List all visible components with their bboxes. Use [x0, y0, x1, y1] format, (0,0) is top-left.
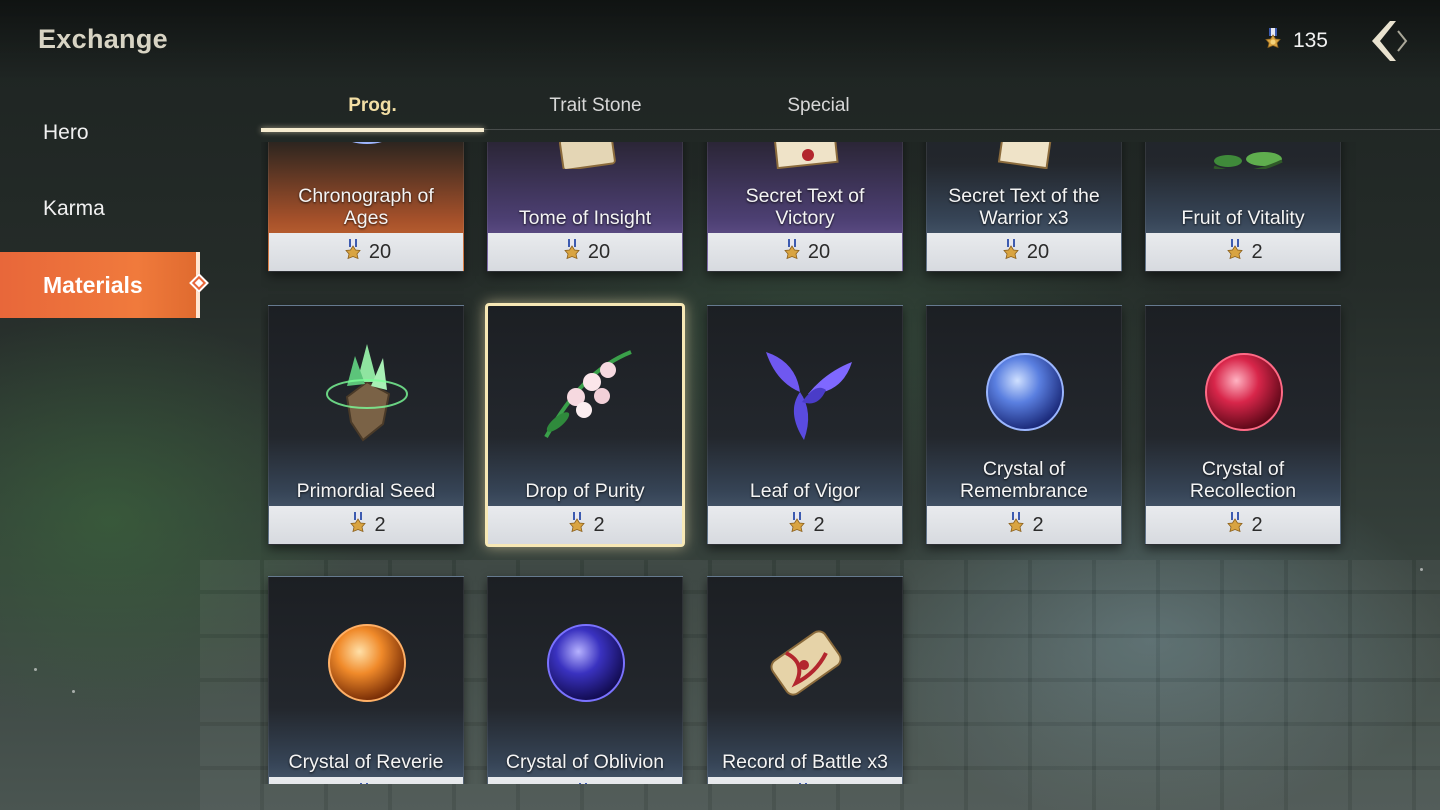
price-value: 2	[813, 513, 825, 536]
item-card[interactable]: Crystal of Reverie	[268, 576, 464, 784]
item-name: Primordial Seed	[296, 480, 436, 502]
item-price[interactable]: 2	[927, 506, 1121, 544]
item-price[interactable]	[708, 777, 902, 784]
item-name: Chronograph of Ages	[298, 185, 434, 229]
medal-icon	[579, 783, 587, 784]
price-value: 2	[593, 513, 605, 536]
sidebar-item-karma[interactable]: Karma	[0, 176, 200, 242]
back-button[interactable]	[1366, 18, 1416, 64]
medal-icon	[799, 783, 807, 784]
item-name: Crystal of Oblivion	[505, 751, 665, 773]
medal-icon	[350, 512, 367, 533]
price-value: 20	[807, 240, 831, 263]
medal-icon	[784, 239, 800, 260]
top-bar	[0, 0, 1440, 80]
price-value: 20	[587, 240, 611, 263]
item-grid[interactable]: Chronograph of Ages 20 Tome of Insight 2…	[261, 142, 1361, 784]
item-card[interactable]: Primordial Seed 2	[268, 305, 464, 545]
item-card[interactable]: Chronograph of Ages 20	[268, 142, 464, 272]
sparkle-particle	[72, 690, 75, 693]
medal-icon	[345, 239, 361, 260]
item-card[interactable]: Leaf of Vigor 2	[707, 305, 903, 545]
item-card[interactable]: Crystal of Oblivion	[487, 576, 683, 784]
item-card[interactable]: Record of Battle x3	[707, 576, 903, 784]
lily-of-valley-icon	[536, 342, 636, 442]
item-name: Crystal of Reverie	[288, 751, 444, 773]
tome-icon	[536, 142, 636, 169]
medal-icon	[1008, 512, 1025, 533]
red-orb-icon	[1194, 342, 1294, 442]
page-title: Exchange	[38, 24, 168, 54]
price-value: 2	[1251, 240, 1263, 263]
item-card[interactable]: Secret Text of the Warrior x3 20	[926, 142, 1122, 272]
medal-icon	[1265, 28, 1281, 49]
medal-icon	[569, 512, 586, 533]
sidebar-item-materials[interactable]: Materials	[0, 252, 209, 318]
diamond-marker-icon	[189, 273, 209, 293]
item-name: Fruit of Vitality	[1181, 207, 1305, 229]
sidebar: Hero Karma Materials	[0, 100, 209, 328]
item-name: Leaf of Vigor	[749, 480, 861, 502]
item-card[interactable]: Tome of Insight 20	[487, 142, 683, 272]
item-price[interactable]: 20	[488, 233, 682, 271]
purple-leaf-icon	[756, 342, 856, 442]
price-value: 2	[1032, 513, 1044, 536]
item-price[interactable]: 20	[708, 233, 902, 271]
medal-icon	[1227, 239, 1244, 260]
medal-icon	[360, 783, 368, 784]
price-value: 2	[374, 513, 386, 536]
back-arrow-icon	[1372, 21, 1408, 61]
item-name: Secret Text of the Warrior x3	[948, 185, 1100, 229]
item-price[interactable]	[488, 777, 682, 784]
price-value: 2	[1251, 513, 1263, 536]
item-price[interactable]: 20	[269, 233, 463, 271]
item-name: Tome of Insight	[518, 207, 652, 229]
item-card[interactable]: Secret Text of Victory 20	[707, 142, 903, 272]
item-price[interactable]: 2	[708, 506, 902, 544]
sidebar-item-label: Karma	[43, 197, 105, 220]
price-value: 20	[368, 240, 392, 263]
sidebar-item-label: Hero	[43, 121, 89, 144]
item-price[interactable]: 2	[488, 506, 682, 544]
medal-icon	[564, 239, 580, 260]
sparkle-particle	[1420, 568, 1423, 571]
leaf-branch-icon	[1194, 142, 1294, 169]
item-name: Drop of Purity	[525, 480, 645, 502]
item-card[interactable]: Fruit of Vitality 2	[1145, 142, 1341, 272]
medal-icon	[1227, 512, 1244, 533]
blue-orb-icon	[975, 342, 1075, 442]
tab-special[interactable]: Special	[707, 82, 930, 130]
item-price[interactable]: 20	[927, 233, 1121, 271]
item-price[interactable]: 2	[1146, 233, 1340, 271]
medal-icon	[1003, 239, 1019, 260]
hourglass-icon	[317, 142, 417, 169]
sparkle-particle	[34, 668, 37, 671]
currency-value: 135	[1292, 29, 1328, 52]
sidebar-item-label: Materials	[43, 271, 143, 298]
medal-icon	[789, 512, 806, 533]
orange-orb-icon	[317, 613, 417, 713]
item-name: Record of Battle x3	[722, 751, 888, 773]
item-card[interactable]: Crystal of Remembrance 2	[926, 305, 1122, 545]
item-price[interactable]: 2	[1146, 506, 1340, 544]
item-price[interactable]: 2	[269, 506, 463, 544]
letter-icon	[975, 142, 1075, 169]
currency-display: 135	[1261, 26, 1328, 56]
tab-prog[interactable]: Prog.	[261, 82, 484, 132]
sealed-letter-icon	[756, 142, 856, 169]
tab-trait-stone[interactable]: Trait Stone	[484, 82, 707, 130]
dark-blue-orb-icon	[536, 613, 636, 713]
sidebar-item-hero[interactable]: Hero	[0, 100, 200, 166]
price-value: 20	[1026, 240, 1050, 263]
item-price[interactable]	[269, 777, 463, 784]
category-tabs: Prog. Trait Stone Special	[261, 82, 1440, 132]
scroll-icon	[756, 613, 856, 713]
item-card[interactable]: Crystal of Recollection 2	[1145, 305, 1341, 545]
item-name: Crystal of Recollection	[1189, 458, 1297, 502]
item-name: Crystal of Remembrance	[960, 458, 1088, 502]
item-name: Secret Text of Victory	[745, 185, 865, 229]
item-card-selected[interactable]: Drop of Purity 2	[485, 303, 685, 547]
seed-crystal-icon	[317, 342, 417, 442]
